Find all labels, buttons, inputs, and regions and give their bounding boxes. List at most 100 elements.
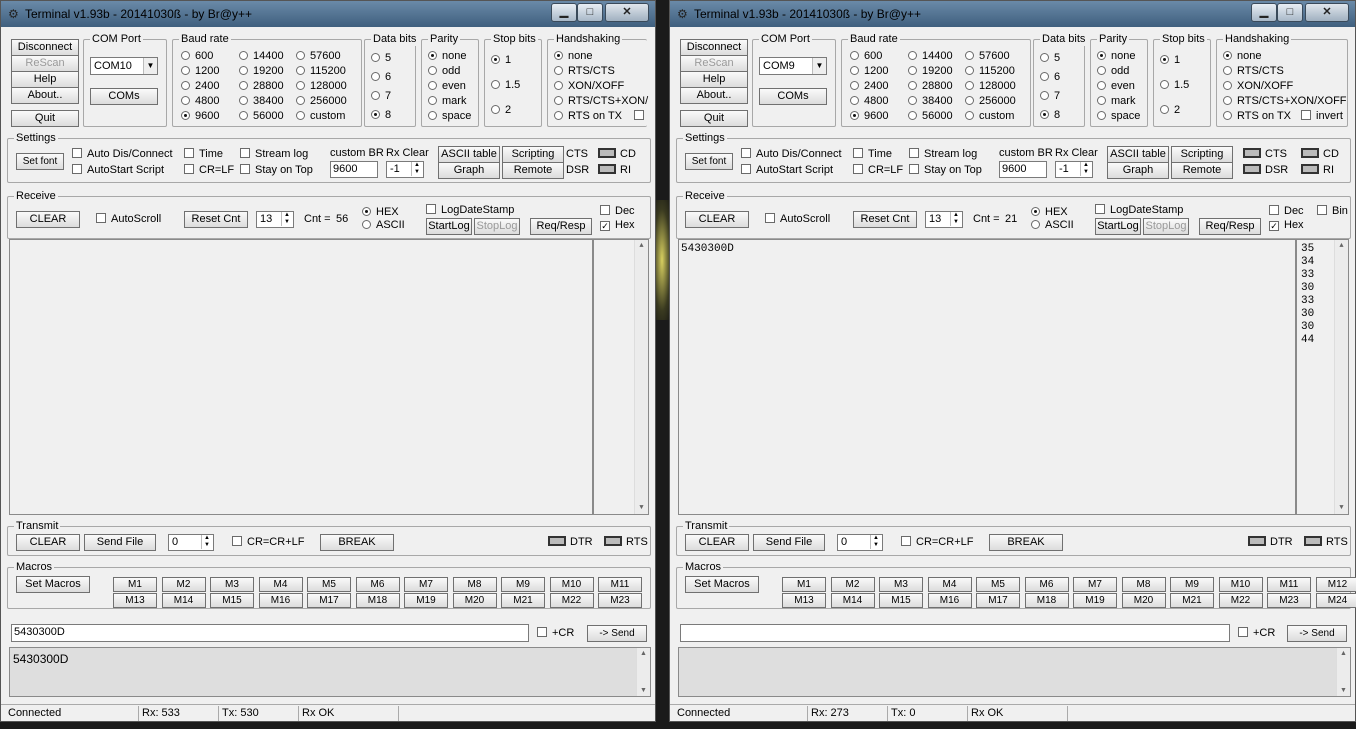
parity-option[interactable]: mark <box>428 95 466 108</box>
macro-button[interactable]: M16 <box>927 593 972 608</box>
macro-button[interactable]: M14 <box>161 593 206 608</box>
title-bar[interactable]: ⚙ Terminal v1.93b - 20141030ß - by Br@y+… <box>1 1 655 27</box>
about-button[interactable]: About.. <box>680 87 748 104</box>
rx-clear-spinner[interactable]: -1 <box>386 161 424 178</box>
cr-lf-checkbox[interactable]: CR=LF <box>853 164 903 177</box>
baud-option[interactable]: 4800 <box>850 95 888 108</box>
macro-button[interactable]: M15 <box>210 593 254 608</box>
macro-button[interactable]: M18 <box>1024 593 1069 608</box>
handshaking-option[interactable]: XON/XOFF <box>1223 80 1293 93</box>
receive-clear-button[interactable]: CLEAR <box>685 211 749 228</box>
baud-option[interactable]: 56000 <box>239 110 284 123</box>
macro-button[interactable]: M9 <box>501 577 545 592</box>
stream-log-checkbox[interactable]: Stream log <box>240 148 308 161</box>
set-font-button[interactable]: Set font <box>685 153 733 170</box>
macro-button[interactable]: M7 <box>1073 577 1117 592</box>
macro-button[interactable]: M10 <box>549 577 594 592</box>
baud-option[interactable]: 256000 <box>965 95 1016 108</box>
macro-button[interactable]: M4 <box>258 577 303 592</box>
disconnect-button[interactable]: Disconnect <box>11 39 79 56</box>
rescan-button[interactable]: ReScan <box>680 55 748 72</box>
baud-option[interactable]: custom <box>965 110 1014 123</box>
req-resp-button[interactable]: Req/Resp <box>1199 218 1261 235</box>
baud-option[interactable]: 57600 <box>296 50 341 63</box>
parity-option[interactable]: none <box>1097 50 1135 63</box>
macro-button[interactable]: M3 <box>879 577 923 592</box>
hex-checkbox[interactable]: ✓ Hex <box>600 219 635 232</box>
transmit-clear-button[interactable]: CLEAR <box>685 534 749 551</box>
stream-log-checkbox[interactable]: Stream log <box>909 148 977 161</box>
com-port-select[interactable]: COM9 <box>759 57 827 75</box>
rescan-button[interactable]: ReScan <box>11 55 79 72</box>
cr-crlf-checkbox[interactable]: CR=CR+LF <box>232 536 304 549</box>
baud-option[interactable]: 57600 <box>965 50 1010 63</box>
macro-button[interactable]: M17 <box>307 593 351 608</box>
macro-button[interactable]: M13 <box>782 593 826 608</box>
remote-button[interactable]: Remote <box>1171 162 1233 179</box>
parity-option[interactable]: odd <box>428 65 460 78</box>
stay-on-top-checkbox[interactable]: Stay on Top <box>240 164 313 177</box>
transmit-clear-button[interactable]: CLEAR <box>16 534 80 551</box>
dec-checkbox[interactable]: Dec <box>1269 205 1304 218</box>
baud-option[interactable]: 115200 <box>296 65 346 78</box>
macro-button[interactable]: M2 <box>830 577 875 592</box>
hex-radio[interactable]: HEX <box>362 206 399 219</box>
coms-button[interactable]: COMs <box>759 88 827 105</box>
reset-cnt-button[interactable]: Reset Cnt <box>853 211 917 228</box>
macro-button[interactable]: M16 <box>258 593 303 608</box>
sent-log-scrollbar[interactable] <box>636 648 650 696</box>
macro-button[interactable]: M5 <box>307 577 351 592</box>
receive-clear-button[interactable]: CLEAR <box>16 211 80 228</box>
dtr-toggle[interactable]: DTR <box>548 536 593 549</box>
macro-button[interactable]: M8 <box>1121 577 1166 592</box>
baud-option[interactable]: 600 <box>181 50 213 63</box>
macro-button[interactable]: M11 <box>1267 577 1311 592</box>
maximize-button[interactable]: □ <box>577 3 603 22</box>
stop-bits-option[interactable]: 1 <box>491 54 511 67</box>
baud-option[interactable]: 128000 <box>965 80 1016 93</box>
set-font-button[interactable]: Set font <box>16 153 64 170</box>
macro-button[interactable]: M15 <box>879 593 923 608</box>
send-button[interactable]: -> Send <box>1287 625 1347 642</box>
rts-on-tx-checkbox[interactable] <box>634 110 649 123</box>
macro-button[interactable]: M1 <box>782 577 826 592</box>
time-checkbox[interactable]: Time <box>853 148 892 161</box>
hex-checkbox[interactable]: ✓ Hex <box>1269 219 1304 232</box>
autoscroll-checkbox[interactable]: AutoScroll <box>96 213 161 226</box>
baud-option[interactable]: custom <box>296 110 345 123</box>
autostart-script-checkbox[interactable]: AutoStart Script <box>72 164 164 177</box>
baud-option[interactable]: 2400 <box>850 80 888 93</box>
break-button[interactable]: BREAK <box>989 534 1063 551</box>
minimize-button[interactable]: ▁ <box>551 3 577 22</box>
ascii-table-button[interactable]: ASCII table <box>1107 146 1169 163</box>
stay-on-top-checkbox[interactable]: Stay on Top <box>909 164 982 177</box>
parity-option[interactable]: even <box>428 80 466 93</box>
handshaking-option[interactable]: XON/XOFF <box>554 80 624 93</box>
baud-option[interactable]: 14400 <box>239 50 284 63</box>
macro-button[interactable]: M4 <box>927 577 972 592</box>
stop-bits-option[interactable]: 1.5 <box>1160 79 1189 92</box>
receive-hex-area[interactable] <box>593 239 649 515</box>
handshaking-option[interactable]: RTS/CTS+XON/ <box>554 95 648 108</box>
data-bits-option[interactable]: 6 <box>371 71 391 84</box>
stop-bits-option[interactable]: 2 <box>491 104 511 117</box>
macro-button[interactable]: M23 <box>598 593 642 608</box>
baud-option[interactable]: 9600 <box>181 110 219 123</box>
send-input[interactable] <box>680 624 1230 642</box>
baud-option[interactable]: 115200 <box>965 65 1015 78</box>
baud-option[interactable]: 56000 <box>908 110 953 123</box>
parity-option[interactable]: even <box>1097 80 1135 93</box>
rts-toggle[interactable]: RTS <box>604 536 648 549</box>
logdatestamp-checkbox[interactable]: LogDateStamp <box>1095 204 1183 217</box>
macro-button[interactable]: M3 <box>210 577 254 592</box>
baud-option[interactable]: 38400 <box>239 95 284 108</box>
macro-button[interactable]: M10 <box>1218 577 1263 592</box>
auto-dis-connect-checkbox[interactable]: Auto Dis/Connect <box>741 148 842 161</box>
receive-text-area[interactable] <box>9 239 593 515</box>
baud-option[interactable]: 38400 <box>908 95 953 108</box>
hex-radio[interactable]: HEX <box>1031 206 1068 219</box>
graph-button[interactable]: Graph <box>438 162 500 179</box>
data-bits-option[interactable]: 8 <box>371 109 391 122</box>
autoscroll-checkbox[interactable]: AutoScroll <box>765 213 830 226</box>
dtr-toggle[interactable]: DTR <box>1248 536 1293 549</box>
